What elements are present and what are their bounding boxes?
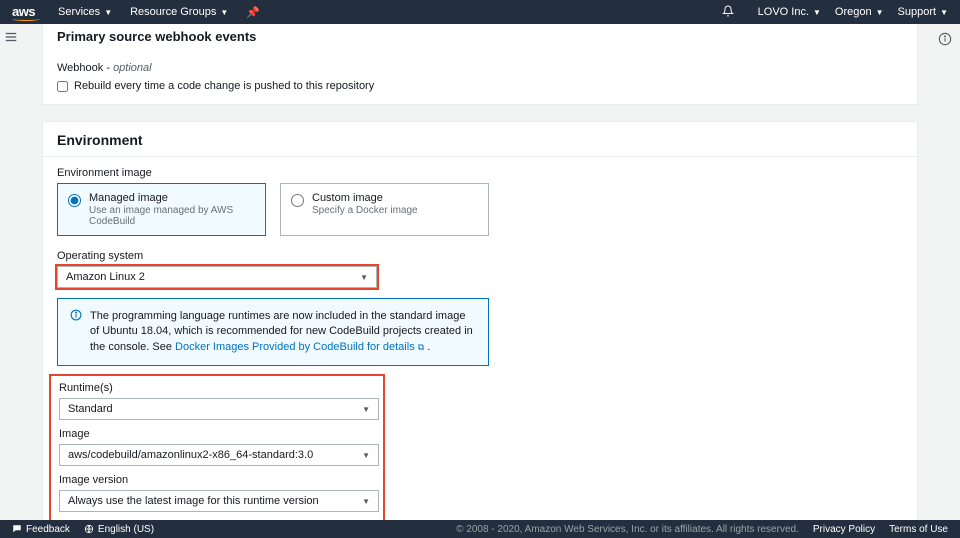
image-value: aws/codebuild/amazonlinux2-x86_64-standa…	[68, 449, 313, 461]
docker-images-link[interactable]: Docker Images Provided by CodeBuild for …	[175, 341, 424, 353]
webhook-panel-title: Primary source webhook events	[57, 29, 903, 44]
runtime-select[interactable]: Standard ▼	[59, 398, 379, 420]
info-icon	[70, 309, 82, 355]
managed-image-title: Managed image	[89, 192, 255, 204]
terms-link[interactable]: Terms of Use	[889, 524, 948, 535]
bell-icon[interactable]	[722, 5, 734, 20]
managed-image-radio[interactable]	[68, 194, 81, 207]
environment-panel-header: Environment	[43, 122, 917, 157]
image-version-label: Image version	[59, 474, 375, 486]
env-image-tiles: Managed image Use an image managed by AW…	[57, 183, 489, 236]
nav-support[interactable]: Support▼	[898, 6, 948, 18]
caret-down-icon: ▼	[362, 497, 370, 506]
image-version-select[interactable]: Always use the latest image for this run…	[59, 490, 379, 512]
caret-down-icon: ▼	[876, 8, 884, 17]
external-link-icon: ⧉	[418, 342, 424, 352]
os-select[interactable]: Amazon Linux 2 ▼	[57, 266, 377, 288]
environment-title: Environment	[57, 132, 903, 148]
copyright-text: © 2008 - 2020, Amazon Web Services, Inc.…	[456, 524, 799, 535]
environment-panel: Environment Environment image Managed im…	[42, 121, 918, 520]
caret-down-icon: ▼	[813, 8, 821, 17]
nav-services[interactable]: Services▼	[58, 6, 112, 18]
os-label: Operating system	[57, 250, 903, 262]
os-value: Amazon Linux 2	[66, 271, 145, 283]
nav-account[interactable]: LOVO Inc.▼	[758, 6, 821, 18]
caret-down-icon: ▼	[362, 451, 370, 460]
webhook-panel: Primary source webhook events Webhook - …	[42, 24, 918, 105]
language-selector[interactable]: English (US)	[84, 524, 154, 535]
caret-down-icon: ▼	[362, 405, 370, 414]
sidebar-toggle-icon[interactable]	[4, 30, 18, 44]
image-version-value: Always use the latest image for this run…	[68, 495, 319, 507]
feedback-link[interactable]: Feedback	[12, 524, 70, 535]
privacy-link[interactable]: Privacy Policy	[813, 524, 875, 535]
caret-down-icon: ▼	[940, 8, 948, 17]
runtime-group-highlight: Runtime(s) Standard ▼ Image aws/codebuil…	[49, 374, 385, 520]
nav-resource-groups[interactable]: Resource Groups▼	[130, 6, 228, 18]
caret-down-icon: ▼	[104, 8, 112, 17]
webhook-rebuild-checkbox-row: Rebuild every time a code change is push…	[57, 80, 903, 92]
runtime-label: Runtime(s)	[59, 382, 375, 394]
image-field-label: Image	[59, 428, 375, 440]
webhook-rebuild-label: Rebuild every time a code change is push…	[74, 80, 374, 92]
managed-image-tile[interactable]: Managed image Use an image managed by AW…	[57, 183, 266, 236]
footer-bar: Feedback English (US) © 2008 - 2020, Ama…	[0, 520, 960, 538]
top-nav: aws Services▼ Resource Groups▼ 📌 LOVO In…	[0, 0, 960, 24]
webhook-label: Webhook - optional	[57, 62, 903, 74]
runtime-info-alert: The programming language runtimes are no…	[57, 298, 489, 366]
nav-region[interactable]: Oregon▼	[835, 6, 884, 18]
nav-right: LOVO Inc.▼ Oregon▼ Support▼	[722, 5, 948, 20]
aws-logo[interactable]: aws	[12, 4, 40, 21]
env-image-label: Environment image	[57, 167, 903, 179]
custom-image-sub: Specify a Docker image	[312, 205, 418, 216]
caret-down-icon: ▼	[360, 273, 368, 282]
pin-icon[interactable]: 📌	[246, 6, 260, 19]
caret-down-icon: ▼	[220, 8, 228, 17]
custom-image-tile[interactable]: Custom image Specify a Docker image	[280, 183, 489, 236]
webhook-rebuild-checkbox[interactable]	[57, 81, 68, 92]
main-content: Primary source webhook events Webhook - …	[22, 24, 938, 520]
runtime-value: Standard	[68, 403, 113, 415]
image-select[interactable]: aws/codebuild/amazonlinux2-x86_64-standa…	[59, 444, 379, 466]
managed-image-sub: Use an image managed by AWS CodeBuild	[89, 205, 255, 227]
custom-image-radio[interactable]	[291, 194, 304, 207]
custom-image-title: Custom image	[312, 192, 418, 204]
info-panel-icon[interactable]	[938, 32, 952, 49]
